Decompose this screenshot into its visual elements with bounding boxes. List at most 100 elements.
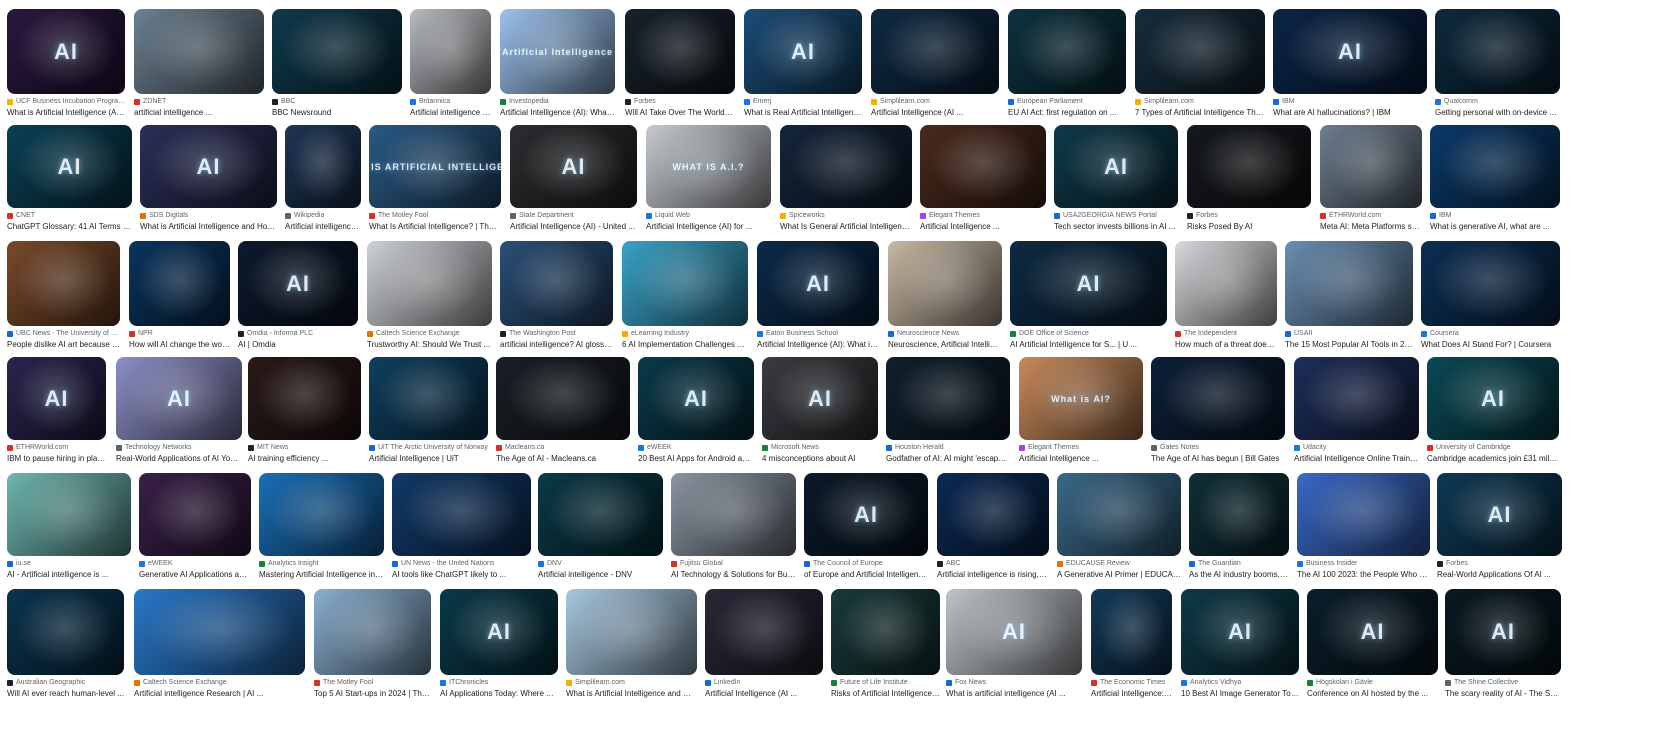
result-caption[interactable]: How will AI change the world? ... xyxy=(129,339,230,350)
image-result[interactable]: AI Emerj What is Real Artificial Intellige… xyxy=(744,9,862,118)
result-caption[interactable]: The AI 100 2023: the People Who Make... xyxy=(1297,569,1430,580)
image-result[interactable]: WHAT IS A.I.? Liquid Web Artificial Intell… xyxy=(646,125,771,232)
result-caption[interactable]: Godfather of AI: AI might 'escape ... xyxy=(886,453,1010,464)
result-caption[interactable]: Artificial intelligence - DNV xyxy=(538,569,663,580)
result-source[interactable]: Forbes xyxy=(1187,211,1311,221)
result-source[interactable]: Technology Networks xyxy=(116,443,242,453)
result-thumbnail[interactable]: WHAT IS ARTIFICIAL INTELLIGENCE? xyxy=(369,125,501,208)
result-thumbnail[interactable]: AI xyxy=(116,357,242,440)
image-result[interactable]: Analytics Insight Mastering Artificial In… xyxy=(259,473,384,580)
result-thumbnail[interactable]: AI xyxy=(238,241,358,326)
result-caption[interactable]: Artificial Intelligence: F... xyxy=(1091,688,1172,699)
result-source[interactable]: CNET xyxy=(7,211,132,221)
result-thumbnail[interactable] xyxy=(705,589,823,675)
image-result[interactable]: AI Forbes Real-World Applications Of AI ..… xyxy=(1437,473,1562,580)
result-source[interactable]: UN News - the United Nations xyxy=(392,559,531,569)
result-caption[interactable]: artificial intelligence? AI glossary ... xyxy=(500,339,613,350)
result-source[interactable]: Houston Herald xyxy=(886,443,1010,453)
result-source[interactable]: Analytics Vidhya xyxy=(1181,678,1299,688)
result-thumbnail[interactable] xyxy=(1421,241,1560,326)
result-thumbnail[interactable]: AI xyxy=(638,357,754,440)
result-caption[interactable]: What is Artificial Intelligence and Why … xyxy=(566,688,697,699)
result-caption[interactable]: Real-World Applications Of AI ... xyxy=(1437,569,1562,580)
result-source[interactable]: Caltech Science Exchange xyxy=(134,678,305,688)
result-source[interactable]: eWEEK xyxy=(139,559,251,569)
result-caption[interactable]: Artificial Intelligence ... xyxy=(1019,453,1143,464)
image-result[interactable]: Australian Geographic Will AI ever reach … xyxy=(7,589,124,699)
image-result[interactable]: Udacity Artificial Intelligence Online Tr… xyxy=(1294,357,1419,464)
image-result[interactable]: Coursera What Does AI Stand For? | Course… xyxy=(1421,241,1560,350)
result-thumbnail[interactable] xyxy=(1175,241,1277,326)
image-result[interactable]: USAII The 15 Most Popular AI Tools in 202… xyxy=(1285,241,1413,350)
result-caption[interactable]: How much of a threat does AI... xyxy=(1175,339,1277,350)
result-thumbnail[interactable] xyxy=(831,589,940,675)
result-thumbnail[interactable] xyxy=(134,589,305,675)
image-result[interactable]: The Economic Times Artificial Intelligenc… xyxy=(1091,589,1172,699)
result-source[interactable]: UCF Business Incubation Program - U... xyxy=(7,97,125,107)
result-source[interactable]: Britannica xyxy=(410,97,491,107)
result-caption[interactable]: AI Artificial Intelligence for S... | U … xyxy=(1010,339,1167,350)
result-caption[interactable]: Conference on AI hosted by the ... xyxy=(1307,688,1438,699)
result-thumbnail[interactable] xyxy=(496,357,630,440)
result-thumbnail[interactable]: AI xyxy=(140,125,277,208)
result-thumbnail[interactable] xyxy=(1430,125,1560,208)
result-caption[interactable]: Artificial Intelligence (AI) for ... xyxy=(646,221,771,232)
result-caption[interactable]: Tech sector invests billions in AI ... xyxy=(1054,221,1178,232)
result-source[interactable]: Simplilearn.com xyxy=(566,678,697,688)
result-thumbnail[interactable] xyxy=(920,125,1046,208)
result-source[interactable]: UBC News - The University of British ... xyxy=(7,329,120,339)
image-result[interactable]: Wikipedia Artificial intelligence | ... xyxy=(285,125,361,232)
result-thumbnail[interactable] xyxy=(625,9,735,94)
result-source[interactable]: Omdia - Informa PLC xyxy=(238,329,358,339)
result-caption[interactable]: IBM to pause hiring in plan to ... xyxy=(7,453,106,464)
result-caption[interactable]: Risks Posed By AI xyxy=(1187,221,1311,232)
result-caption[interactable]: of Europe and Artificial Intelligence ..… xyxy=(804,569,928,580)
result-source[interactable]: Emerj xyxy=(744,97,862,107)
result-thumbnail[interactable] xyxy=(369,357,488,440)
result-caption[interactable]: The scary reality of AI - The Shine ... xyxy=(1445,688,1561,699)
result-caption[interactable]: What is Artificial Intelligence (AI ... xyxy=(7,107,125,118)
result-thumbnail[interactable] xyxy=(7,473,131,556)
result-source[interactable]: Wikipedia xyxy=(285,211,361,221)
image-result[interactable]: Britannica Artificial intelligence (A... xyxy=(410,9,491,118)
result-source[interactable]: eWEEK xyxy=(638,443,754,453)
result-caption[interactable]: AI Technology & Solutions for Busine... xyxy=(671,569,796,580)
result-caption[interactable]: The Age of AI - Macleans.ca xyxy=(496,453,630,464)
image-result[interactable]: AI Omdia - Informa PLC AI | Omdia xyxy=(238,241,358,350)
result-thumbnail[interactable] xyxy=(1435,9,1560,94)
result-caption[interactable]: 7 Types of Artificial Intelligence That … xyxy=(1135,107,1265,118)
result-caption[interactable]: Artificial Intelligence (AI): What it ..… xyxy=(757,339,879,350)
result-caption[interactable]: Generative AI Applications and T... xyxy=(139,569,251,580)
result-caption[interactable]: 20 Best AI Apps for Android and iOS xyxy=(638,453,754,464)
image-result[interactable]: AI ITChronicles AI Applications Today: Whe… xyxy=(440,589,558,699)
result-source[interactable]: Analytics Insight xyxy=(259,559,384,569)
image-result[interactable]: Simplilearn.com 7 Types of Artificial Int… xyxy=(1135,9,1265,118)
result-source[interactable]: IBM xyxy=(1273,97,1427,107)
result-thumbnail[interactable]: AI xyxy=(7,125,132,208)
result-thumbnail[interactable]: AI xyxy=(1437,473,1562,556)
result-thumbnail[interactable]: AI xyxy=(946,589,1082,675)
result-thumbnail[interactable] xyxy=(248,357,361,440)
result-source[interactable]: The Guardian xyxy=(1189,559,1289,569)
result-caption[interactable]: AI - Artificial intelligence is ... xyxy=(7,569,131,580)
image-result[interactable]: BBC BBC Newsround xyxy=(272,9,402,118)
result-caption[interactable]: What is artificial intelligence (AI ... xyxy=(946,688,1082,699)
result-source[interactable]: State Department xyxy=(510,211,637,221)
image-result[interactable]: AI Analytics Vidhya 10 Best AI Image Gener… xyxy=(1181,589,1299,699)
result-source[interactable]: DNV xyxy=(538,559,663,569)
result-thumbnail[interactable]: AI xyxy=(1307,589,1438,675)
result-caption[interactable]: 4 misconceptions about AI xyxy=(762,453,878,464)
image-result[interactable]: AI State Department Artificial Intelligenc… xyxy=(510,125,637,232)
image-result[interactable]: NPR How will AI change the world? ... xyxy=(129,241,230,350)
image-result[interactable]: Neuroscience News Neuroscience, Artificia… xyxy=(888,241,1002,350)
result-thumbnail[interactable]: AI xyxy=(1010,241,1167,326)
result-source[interactable]: Högskolan i Gävle xyxy=(1307,678,1438,688)
result-thumbnail[interactable]: AI xyxy=(1273,9,1427,94)
result-thumbnail[interactable] xyxy=(7,241,120,326)
result-caption[interactable]: AI | Omdia xyxy=(238,339,358,350)
image-result[interactable]: AI SDS Digitals What is Artificial Intelli… xyxy=(140,125,277,232)
result-source[interactable]: USA2GEORGIA NEWS Portal xyxy=(1054,211,1178,221)
result-thumbnail[interactable] xyxy=(538,473,663,556)
result-thumbnail[interactable]: AI xyxy=(440,589,558,675)
result-caption[interactable]: Artificial Intelligence (AI): What It ..… xyxy=(500,107,615,118)
